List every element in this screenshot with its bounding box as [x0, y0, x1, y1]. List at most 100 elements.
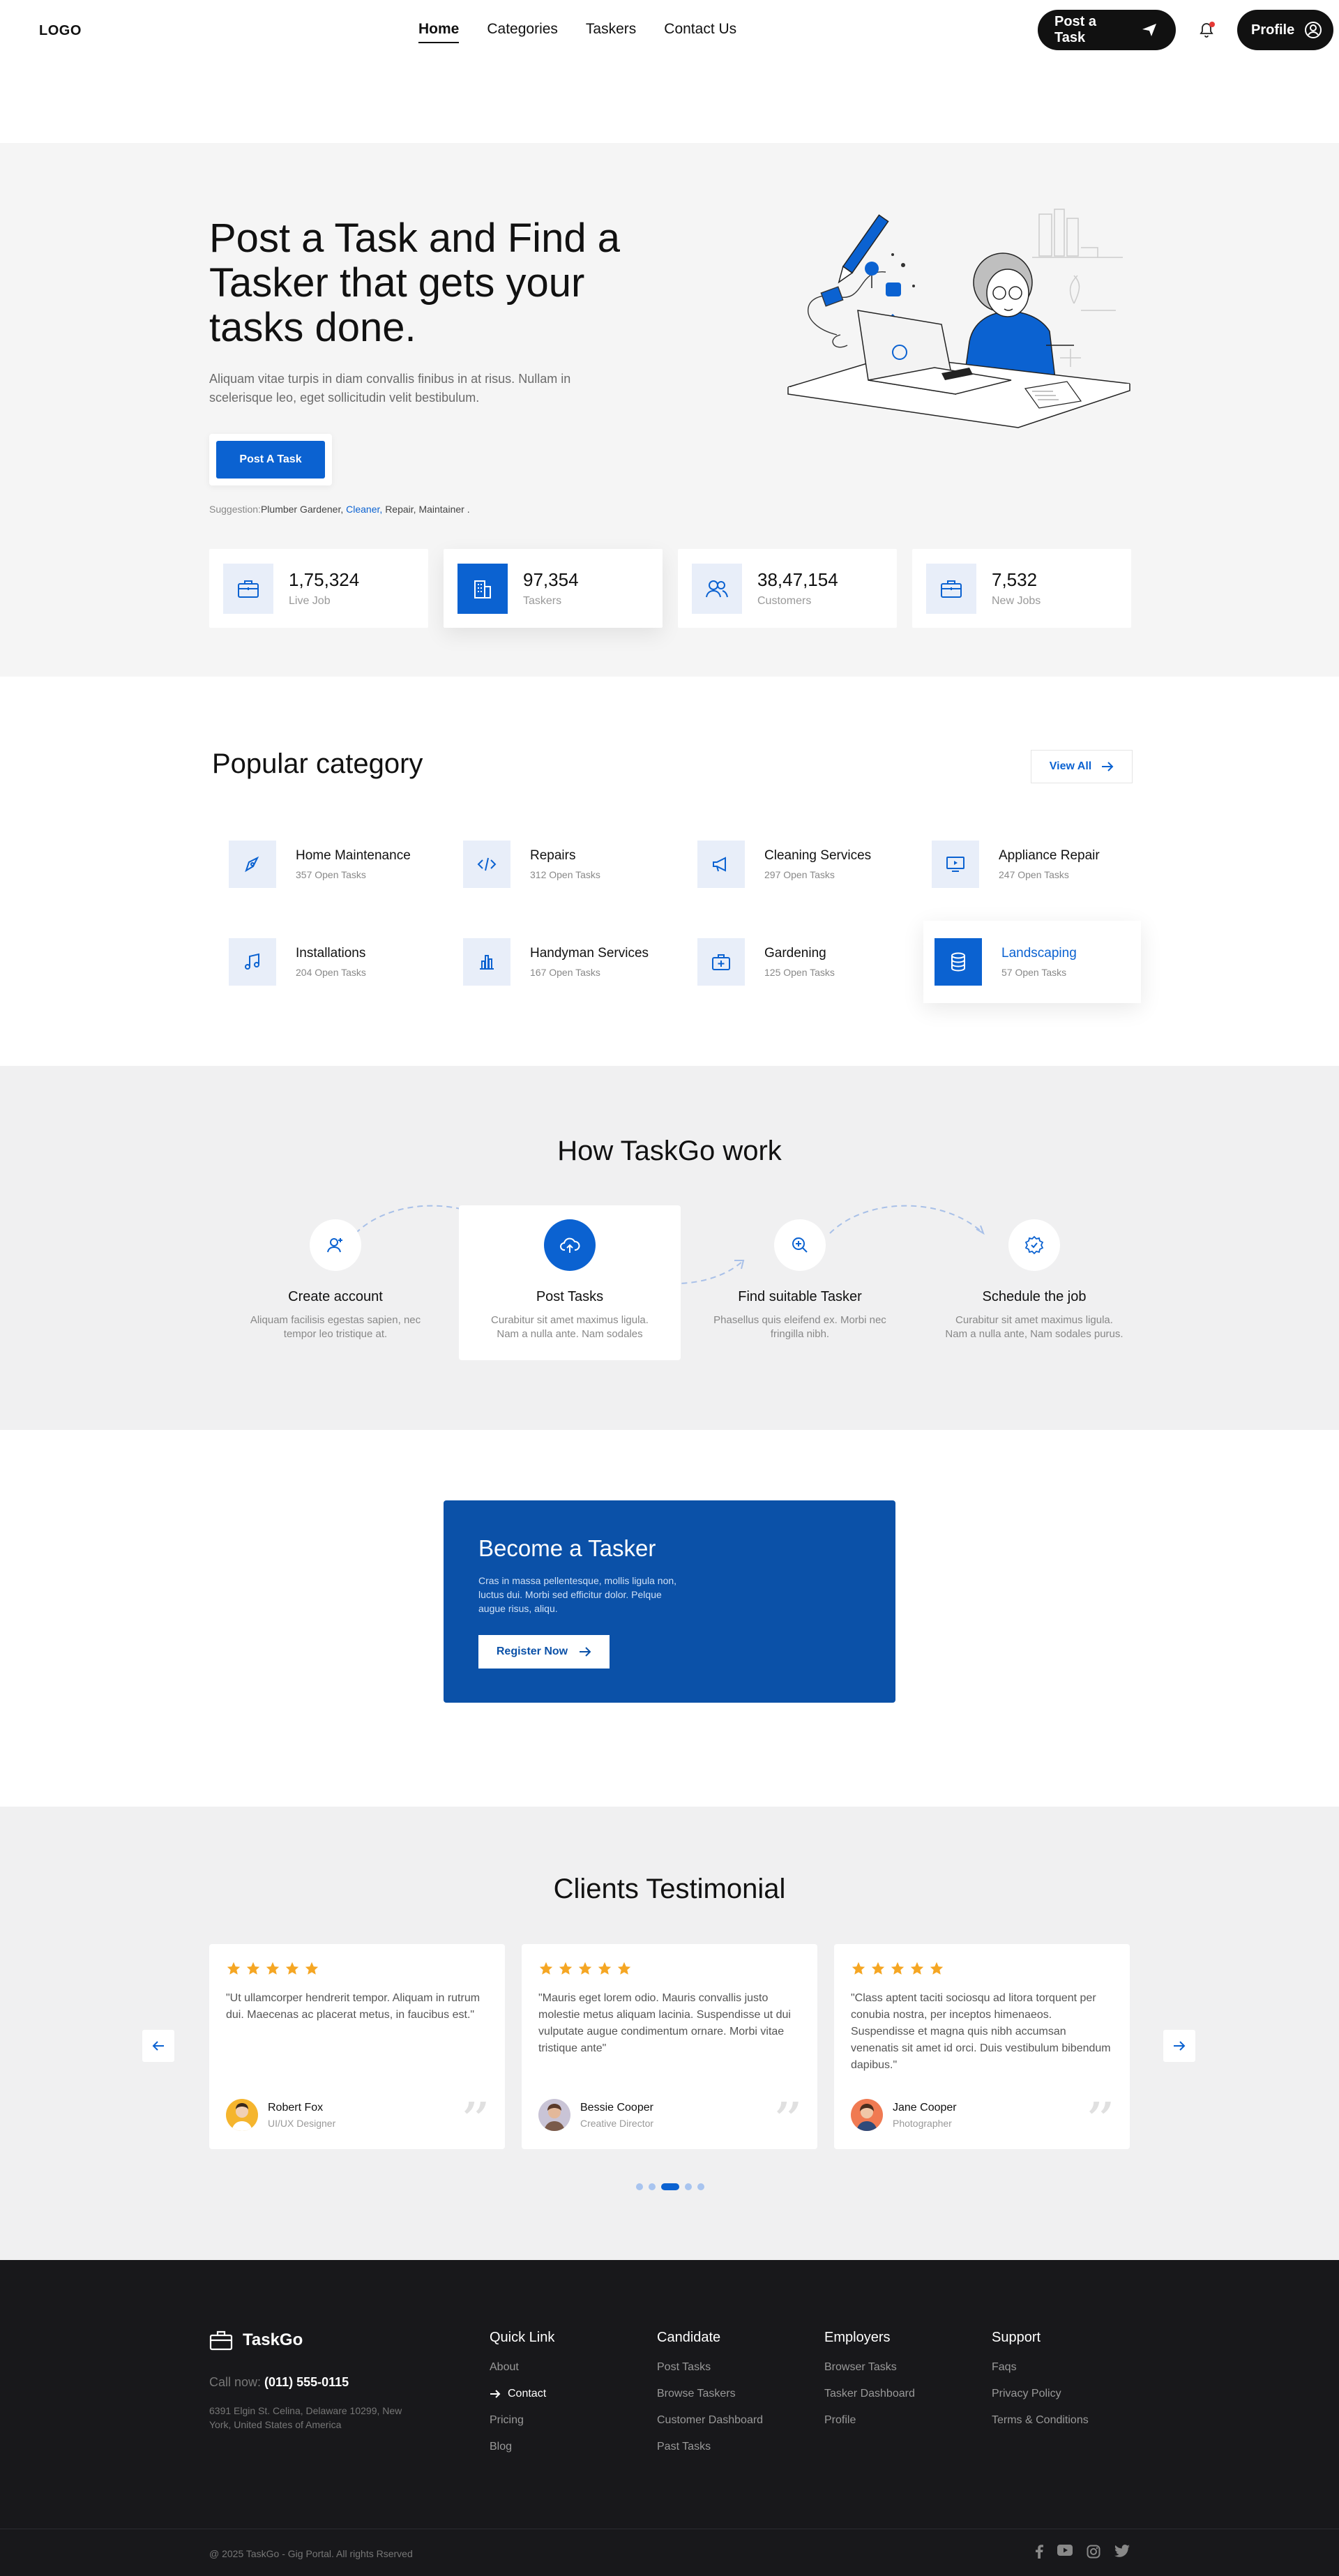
stat-card-customers: 38,47,154 Customers [678, 549, 897, 628]
stat-card-live-job: 1,75,324 Live Job [209, 549, 428, 628]
footer-link[interactable]: Terms & Conditions [992, 2414, 1089, 2427]
footer-link[interactable]: Faqs [992, 2361, 1089, 2374]
hero-description: Aliquam vitae turpis in diam convallis f… [209, 372, 571, 405]
carousel-dot[interactable] [649, 2183, 656, 2190]
phone-number[interactable]: (011) 555-0115 [264, 2375, 349, 2389]
category-repairs[interactable]: Repairs 312 Open Tasks [452, 823, 686, 905]
testimonial-card: "Mauris eget lorem odio. Mauris convalli… [522, 1944, 817, 2149]
testimonial-card: "Ut ullamcorper hendrerit tempor. Aliqua… [209, 1944, 505, 2149]
footer-link-blog[interactable]: Blog [490, 2441, 554, 2453]
carousel-next-button[interactable] [1163, 2030, 1195, 2062]
post-task-button[interactable]: Post a Task [1038, 10, 1176, 50]
category-landscaping[interactable]: Landscaping 57 Open Tasks [923, 921, 1141, 1003]
stat-value: 97,354 [523, 569, 579, 590]
footer-link-about[interactable]: About [490, 2361, 554, 2374]
footer-link-pricing[interactable]: Pricing [490, 2414, 554, 2427]
category-grid: Home Maintenance 357 Open Tasks Repairs 31… [218, 823, 1155, 1003]
briefcase-icon [223, 563, 273, 614]
user-circle-icon [1304, 21, 1322, 39]
arrow-right-icon [490, 2389, 501, 2399]
nav-categories[interactable]: Categories [487, 21, 558, 43]
stat-label: Customers [757, 595, 812, 607]
register-now-button[interactable]: Register Now [478, 1635, 610, 1669]
youtube-icon[interactable] [1057, 2545, 1073, 2559]
hero-post-task-button[interactable]: Post A Task [216, 441, 325, 479]
suggestion-repair[interactable]: Repair, [385, 504, 416, 515]
step-desc: Curabitur sit amet maximus ligula. Nam a… [945, 1314, 1124, 1340]
category-name: Cleaning Services [764, 848, 872, 863]
how-it-works-section: How TaskGo work Create account Aliquam f… [0, 1066, 1339, 1430]
footer-link[interactable]: Post Tasks [657, 2361, 763, 2374]
footer-col-candidate: Candidate Post Tasks Browse Taskers Cust… [657, 2330, 763, 2467]
category-count: 167 Open Tasks [530, 967, 600, 978]
suggestion-cleaner[interactable]: Cleaner, [346, 504, 382, 515]
carousel-dot-active[interactable] [661, 2183, 679, 2190]
bar-chart-icon [463, 938, 510, 986]
category-gardening[interactable]: Gardening 125 Open Tasks [686, 921, 921, 1003]
testimonial-author: Robert Fox UI/UX Designer [226, 2099, 335, 2131]
nav-actions: Post a Task Profile [1038, 10, 1333, 50]
footer-link[interactable]: Browser Tasks [824, 2361, 915, 2374]
author-name: Jane Cooper [893, 2101, 957, 2114]
steps-row: Create account Aliquam facilisis egestas… [220, 1205, 1153, 1360]
star-icon [227, 1961, 241, 1975]
category-cleaning-services[interactable]: Cleaning Services 297 Open Tasks [686, 823, 921, 905]
star-icon [891, 1961, 905, 1975]
star-icon [910, 1961, 924, 1975]
logo[interactable]: LOGO [39, 23, 82, 39]
category-count: 247 Open Tasks [999, 869, 1069, 880]
category-name: Repairs [530, 848, 576, 863]
arrow-right-icon [579, 1646, 591, 1657]
footer-link[interactable]: Privacy Policy [992, 2388, 1089, 2400]
call-label: Call now: [209, 2375, 262, 2389]
category-handyman-services[interactable]: Handyman Services 167 Open Tasks [452, 921, 686, 1003]
instagram-icon[interactable] [1087, 2545, 1100, 2559]
footer-link[interactable]: Customer Dashboard [657, 2414, 763, 2427]
stat-card-taskers: 97,354 Taskers [444, 549, 663, 628]
carousel-dot[interactable] [636, 2183, 643, 2190]
nav-taskers[interactable]: Taskers [586, 21, 636, 43]
notification-button[interactable] [1193, 16, 1220, 44]
footer-link[interactable]: Past Tasks [657, 2441, 763, 2453]
step-desc: Aliquam facilisis egestas sapien, nec te… [250, 1314, 421, 1340]
star-icon [598, 1961, 612, 1975]
footer-brand[interactable]: TaskGo [209, 2330, 303, 2351]
category-name: Landscaping [1001, 946, 1077, 961]
view-all-button[interactable]: View All [1031, 750, 1133, 783]
star-icon [871, 1961, 885, 1975]
category-home-maintenance[interactable]: Home Maintenance 357 Open Tasks [218, 823, 452, 905]
stat-label: Live Job [289, 595, 331, 607]
star-icon [246, 1961, 260, 1975]
footer: TaskGo Call now: (011) 555-0115 6391 Elg… [0, 2260, 1339, 2576]
rating-stars [851, 1961, 1113, 1976]
avatar [538, 2099, 570, 2131]
nav-contact-us[interactable]: Contact Us [664, 21, 736, 43]
database-icon [935, 938, 982, 986]
facebook-icon[interactable] [1035, 2545, 1043, 2559]
stat-value: 7,532 [992, 569, 1038, 590]
twitter-icon[interactable] [1114, 2545, 1130, 2559]
footer-link[interactable]: Tasker Dashboard [824, 2388, 915, 2400]
carousel-prev-button[interactable] [142, 2030, 174, 2062]
badge-check-icon [1008, 1219, 1060, 1271]
profile-button[interactable]: Profile [1237, 10, 1333, 50]
carousel-dot[interactable] [685, 2183, 692, 2190]
category-name: Home Maintenance [296, 848, 411, 863]
footer-link[interactable]: Profile [824, 2414, 915, 2427]
carousel-dot[interactable] [697, 2183, 704, 2190]
suggestion-maintainer[interactable]: Maintainer . [418, 504, 469, 515]
footer-link[interactable]: Browse Taskers [657, 2388, 763, 2400]
cloud-upload-icon [544, 1219, 596, 1271]
category-installations[interactable]: Installations 204 Open Tasks [218, 921, 452, 1003]
stat-card-new-jobs: 7,532 New Jobs [912, 549, 1131, 628]
footer-link-contact[interactable]: Contact [490, 2388, 554, 2400]
hero-button-wrap: Post A Task [209, 434, 332, 485]
megaphone-icon [697, 841, 745, 888]
testimonial-card: "Class aptent taciti sociosqu ad litora … [834, 1944, 1130, 2149]
footer-col-employers: Employers Browser Tasks Tasker Dashboard… [824, 2330, 915, 2441]
nav-home[interactable]: Home [418, 21, 460, 43]
quote-icon: ” [460, 2102, 491, 2137]
suggestion-plumber-gardener[interactable]: Plumber Gardener, [261, 504, 343, 515]
footer-call: Call now: (011) 555-0115 [209, 2375, 349, 2390]
category-appliance-repair[interactable]: Appliance Repair 247 Open Tasks [921, 823, 1155, 905]
